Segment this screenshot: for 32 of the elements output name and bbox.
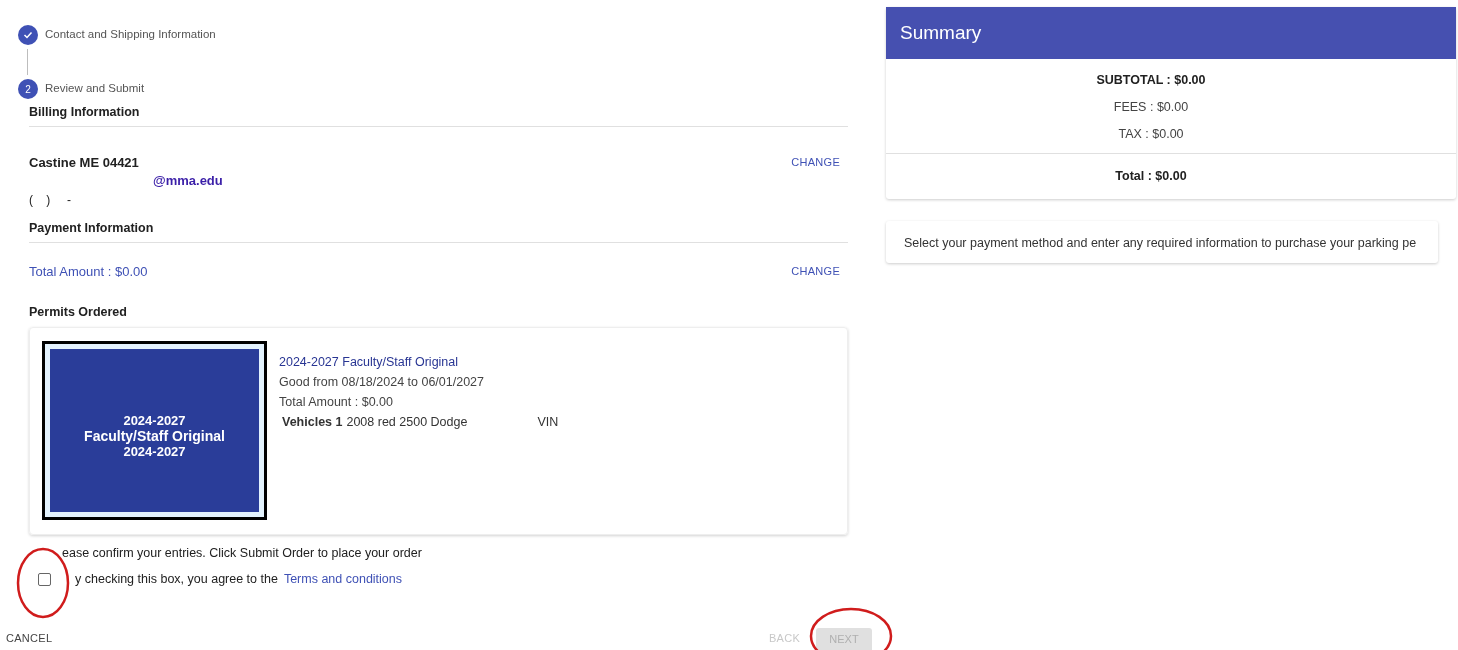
step-label: Review and Submit xyxy=(45,81,145,97)
confirm-text: ease confirm your entries. Click Submit Order to place your order xyxy=(62,545,422,560)
permit-image-text: 2024-2027 xyxy=(123,444,186,460)
terms-link[interactable]: Terms and conditions xyxy=(283,569,403,589)
total-amount: Total Amount : $0.00 xyxy=(29,262,148,281)
email-text: @mma.edu xyxy=(153,172,223,191)
section-heading: Billing Information xyxy=(29,104,141,121)
permit-image-text: 2024-2027 xyxy=(123,413,186,429)
agree-checkbox[interactable] xyxy=(38,572,51,586)
cancel-button[interactable]: CANCEL xyxy=(6,629,53,646)
tax-text: TAX : $0.00 xyxy=(1118,125,1184,143)
step-number: 2 xyxy=(18,79,38,99)
address-text: Castine ME 04421 xyxy=(29,153,140,172)
fees-text: FEES : $0.00 xyxy=(1113,98,1189,116)
vehicle-text: 2008 red 2500 Dodge xyxy=(346,413,468,431)
section-heading: Payment Information xyxy=(29,219,155,237)
change-button[interactable]: CHANGE xyxy=(783,153,848,171)
permit-image-text: Faculty/Staff Original xyxy=(84,428,225,445)
permit-validity: Good from 08/18/2024 to 06/01/2027 xyxy=(279,373,486,391)
summary-title: Summary xyxy=(900,20,982,45)
permit-title: 2024-2027 Faculty/Staff Original xyxy=(279,353,460,371)
change-button[interactable]: CHANGE xyxy=(783,263,848,280)
vin-label: VIN xyxy=(537,413,559,431)
info-text: Select your payment method and enter any required information to purchase your parking pe xyxy=(904,236,1417,250)
total-text: Total : $0.00 xyxy=(1115,168,1187,186)
step-label: Contact and Shipping Information xyxy=(45,27,216,43)
phone-text: ( ) - xyxy=(29,191,72,209)
section-heading: Permits Ordered xyxy=(29,304,128,321)
vehicles-label: Vehicles 1 xyxy=(282,413,343,431)
permit-total: Total Amount : $0.00 xyxy=(279,393,394,411)
subtotal-text: SUBTOTAL : $0.00 xyxy=(1096,72,1206,89)
agree-text: y checking this box, you agree to the xyxy=(75,570,278,588)
